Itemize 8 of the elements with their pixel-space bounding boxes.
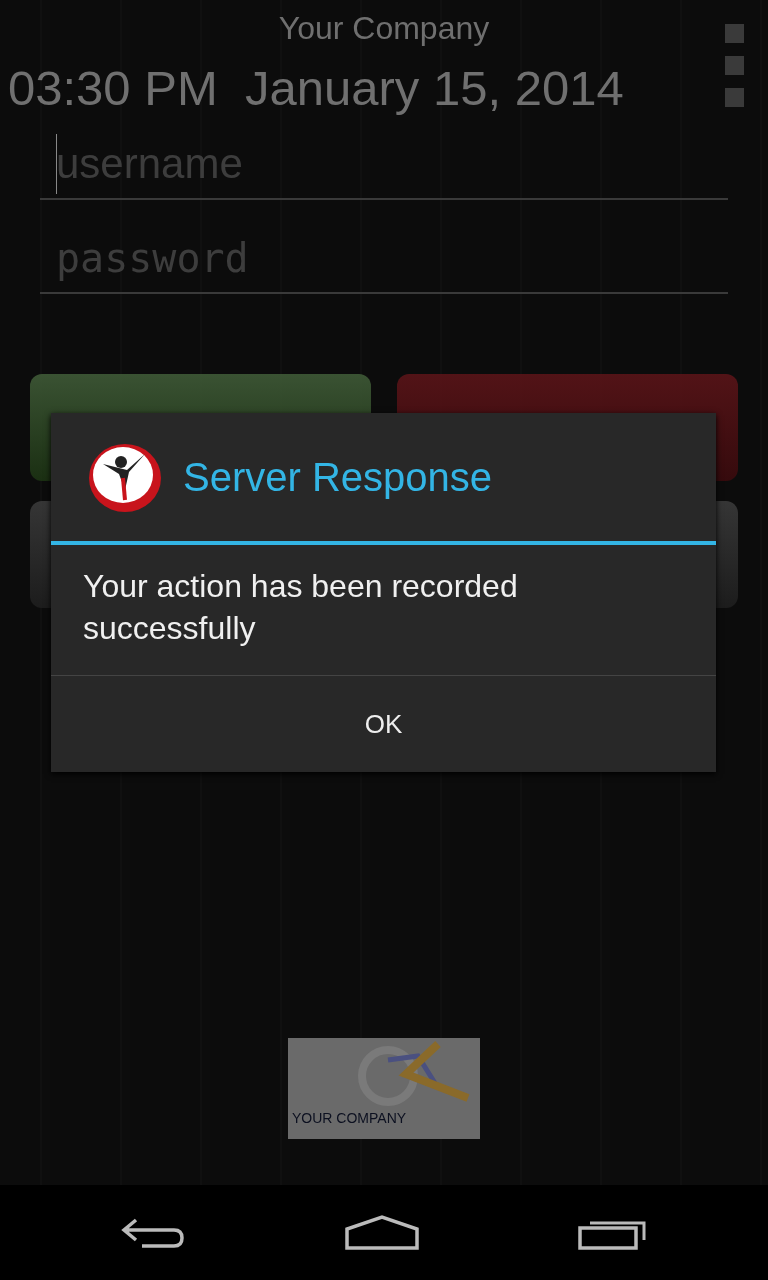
app-title: Your Company (278, 9, 490, 47)
dialog-message: Your action has been recorded successfully (51, 545, 716, 676)
ok-button[interactable]: OK (51, 676, 716, 772)
text-cursor (56, 134, 57, 194)
date-time: 03:30 PM January 15, 2014 (8, 60, 624, 117)
dialog-title: Server Response (183, 454, 493, 500)
company-logo: YOUR COMPANY (288, 1038, 480, 1139)
home-icon[interactable] (345, 1214, 419, 1251)
